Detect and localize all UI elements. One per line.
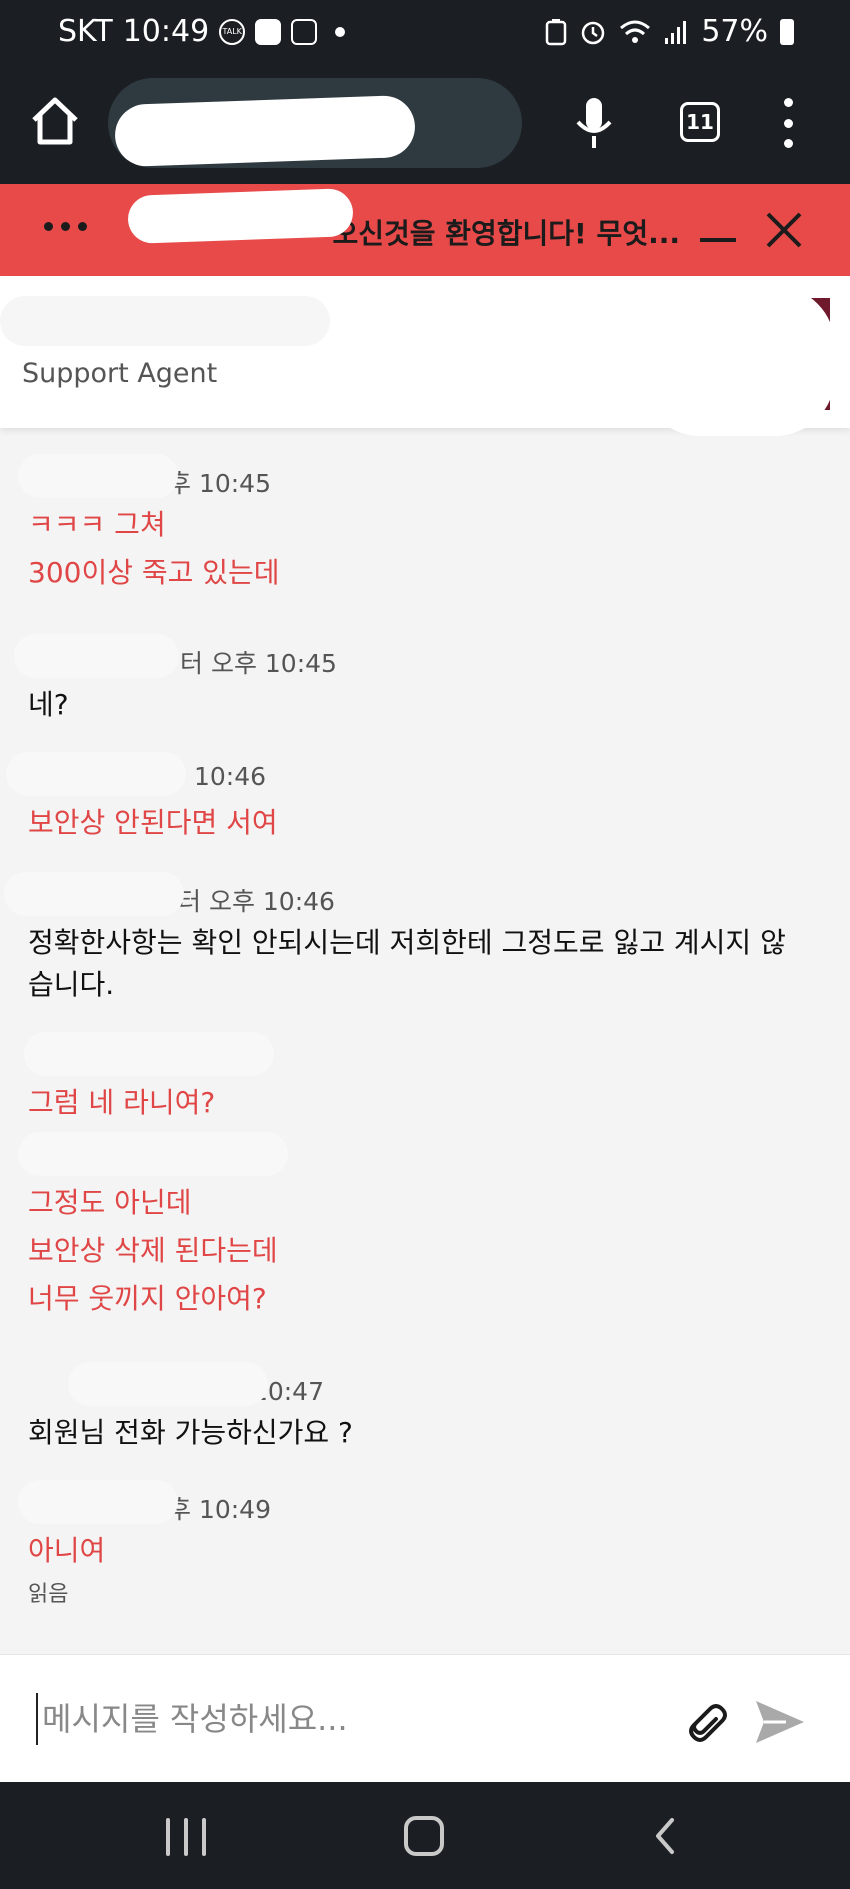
message-meta bbox=[18, 1132, 288, 1176]
redaction-smudge bbox=[18, 1480, 178, 1524]
message-group: 10:46 보안상 안된다면 서여 bbox=[6, 752, 278, 844]
redaction-smudge bbox=[18, 454, 178, 498]
overflow-menu-icon[interactable] bbox=[778, 98, 798, 148]
redaction-smudge bbox=[14, 634, 179, 678]
send-icon[interactable] bbox=[752, 1697, 808, 1747]
redaction-smudge bbox=[4, 872, 184, 916]
message-timestamp: 10:46 bbox=[194, 762, 267, 791]
carrier-label: SKT bbox=[58, 14, 113, 49]
status-bar: SKT 10:49 TALK 57% bbox=[0, 0, 850, 72]
message-timestamp: 후 10:45 bbox=[168, 469, 271, 498]
message-input[interactable] bbox=[36, 1693, 636, 1745]
signal-icon bbox=[665, 20, 687, 44]
battery-icon bbox=[780, 18, 794, 45]
home-nav-icon[interactable] bbox=[404, 1816, 444, 1856]
message-group: 후 10:49 아니여 읽음 bbox=[18, 1480, 271, 1608]
message-group: 그럼 네 라니여? bbox=[24, 1032, 274, 1124]
message-meta: 터 오후 10:45 bbox=[14, 634, 337, 678]
chat-header: 오신것을 환영합니다! 무엇... bbox=[0, 184, 850, 276]
message-group: 오후 10:47 회원님 전화 가능하신가요 ? bbox=[28, 1362, 353, 1454]
redaction-smudge bbox=[24, 1032, 274, 1076]
notification-dot bbox=[335, 26, 346, 37]
message-meta: 후 10:45 bbox=[18, 454, 280, 498]
message-text: 정확한사항는 확인 안되시는데 저희한테 그정도로 잃고 계시지 않습니다. bbox=[28, 926, 786, 1001]
message-meta: 10:46 bbox=[6, 752, 278, 796]
message-group: 터 오후 10:46 정확한사항는 확인 안되시는데 저희한테 그정도로 잃고 … bbox=[4, 872, 808, 1006]
redaction-smudge bbox=[6, 752, 186, 796]
redaction-smudge bbox=[0, 296, 330, 346]
message-timestamp: 후 10:49 bbox=[168, 1495, 271, 1524]
message-timestamp: 터 오후 10:45 bbox=[180, 649, 337, 678]
message-text: 네? bbox=[28, 688, 69, 721]
redaction-smudge bbox=[114, 94, 416, 168]
message-text: 너무 웃끼지 안아여? bbox=[28, 1282, 267, 1315]
message-composer bbox=[0, 1654, 850, 1782]
message-text: 보안상 삭제 된다는데 bbox=[28, 1234, 278, 1267]
message-text: 그정도 아닌데 bbox=[28, 1186, 192, 1219]
instagram-icon bbox=[291, 18, 318, 45]
message-group: 터 오후 10:45 네? bbox=[14, 634, 337, 726]
battery-percent: 57% bbox=[701, 14, 768, 49]
close-icon[interactable] bbox=[764, 210, 804, 250]
back-icon[interactable] bbox=[650, 1816, 680, 1856]
message-meta: 오후 10:47 bbox=[28, 1362, 353, 1406]
message-text: 아니여 bbox=[28, 1534, 106, 1567]
talk-icon: TALK bbox=[219, 18, 246, 45]
more-options-icon[interactable] bbox=[44, 222, 87, 231]
battery-saver-icon bbox=[546, 18, 567, 45]
recents-icon[interactable] bbox=[166, 1818, 206, 1856]
message-text: 보안상 안된다면 서여 bbox=[28, 806, 278, 839]
message-group: 그정도 아닌데 보안상 삭제 된다는데 너무 웃끼지 안아여? bbox=[18, 1132, 288, 1320]
home-icon[interactable] bbox=[28, 94, 82, 148]
status-right: 57% bbox=[545, 14, 794, 49]
message-list: 후 10:45 ㅋㅋㅋ 그쳐 300이상 죽고 있는데 터 오후 10:45 네… bbox=[0, 428, 850, 1654]
microphone-icon[interactable] bbox=[570, 96, 618, 152]
paperclip-icon[interactable] bbox=[680, 1697, 730, 1747]
message-text: 회원님 전화 가능하신가요 ? bbox=[28, 1416, 353, 1449]
clock: 10:49 bbox=[122, 14, 210, 49]
redaction-smudge bbox=[127, 188, 354, 244]
message-text: 그럼 네 라니여? bbox=[28, 1086, 216, 1119]
message-group: 후 10:45 ㅋㅋㅋ 그쳐 300이상 죽고 있는데 bbox=[18, 454, 280, 594]
agent-panel: Support Agent bbox=[0, 276, 850, 436]
tab-count-button[interactable]: 11 bbox=[680, 102, 720, 142]
redaction-smudge bbox=[68, 1362, 268, 1406]
alarm-icon bbox=[582, 21, 605, 44]
message-icon bbox=[255, 18, 282, 45]
browser-toolbar: 11 bbox=[0, 72, 850, 184]
read-receipt: 읽음 bbox=[28, 1582, 69, 1607]
message-meta bbox=[24, 1032, 274, 1076]
message-text: 300이상 죽고 있는데 bbox=[28, 556, 280, 589]
minimize-icon[interactable] bbox=[700, 238, 736, 242]
agent-role: Support Agent bbox=[22, 358, 218, 389]
message-timestamp: 터 오후 10:46 bbox=[178, 887, 335, 916]
message-meta: 터 오후 10:46 bbox=[4, 872, 808, 916]
wifi-icon bbox=[620, 20, 651, 43]
message-meta: 후 10:49 bbox=[18, 1480, 271, 1524]
message-text: ㅋㅋㅋ 그쳐 bbox=[28, 508, 166, 541]
system-nav-bar bbox=[0, 1782, 850, 1889]
redaction-smudge bbox=[640, 286, 835, 436]
redaction-smudge bbox=[18, 1132, 288, 1176]
status-left: SKT 10:49 TALK bbox=[58, 14, 346, 49]
